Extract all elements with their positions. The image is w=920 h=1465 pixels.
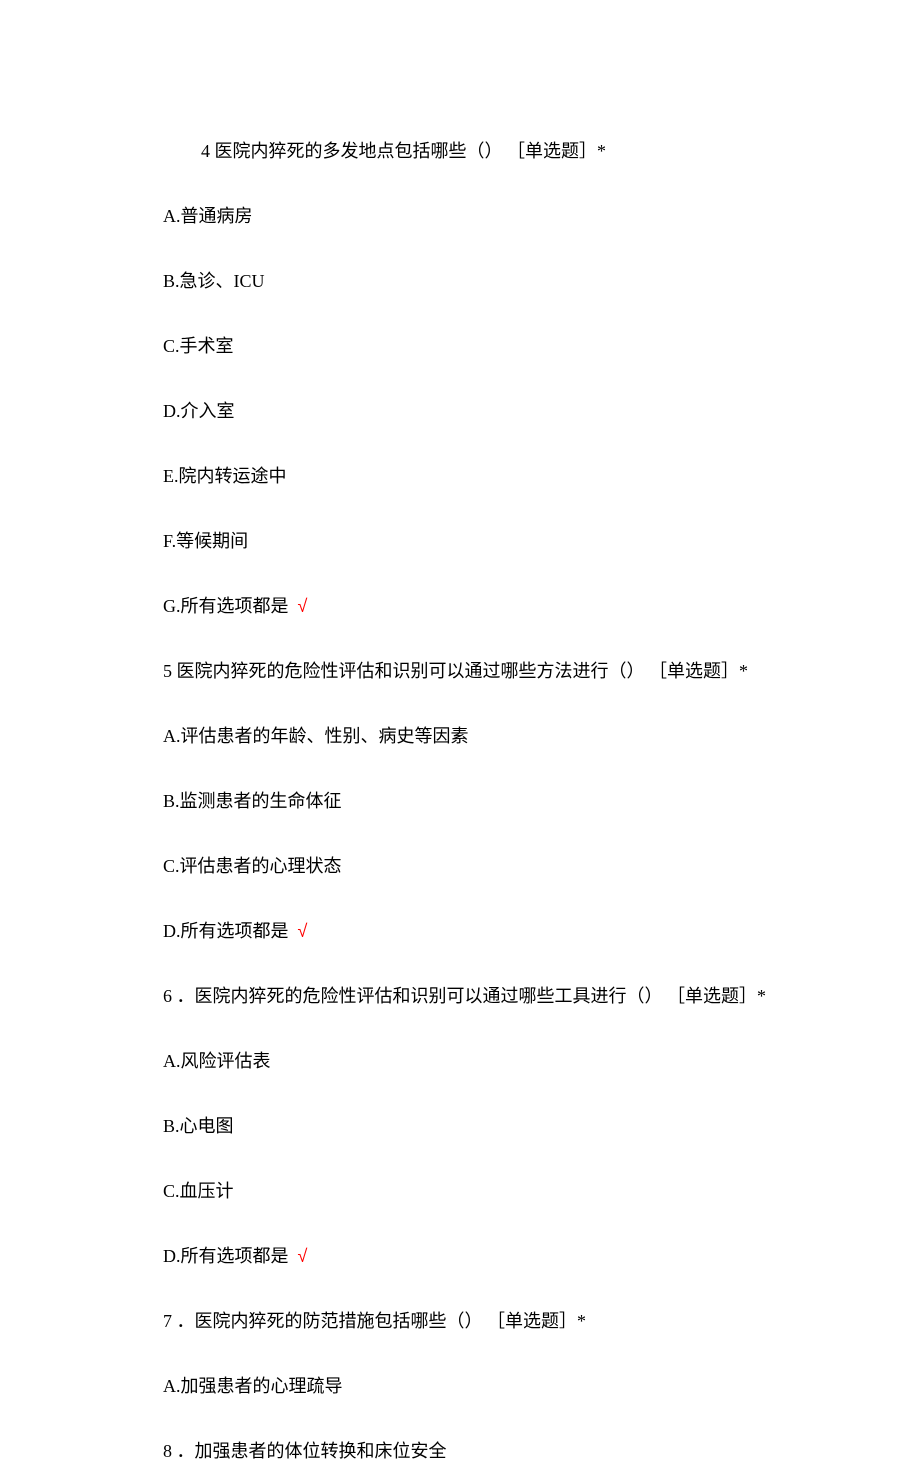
question-7: 7 ．医院内猝死的防范措施包括哪些（） ［单选题］* bbox=[163, 1308, 820, 1335]
q5-option-d: D.所有选项都是 √ bbox=[163, 918, 820, 945]
q4-option-b-text: B.急诊、ICU bbox=[163, 271, 265, 291]
q4-option-a-text: A.普通病房 bbox=[163, 206, 253, 226]
q6-option-a: A.风险评估表 bbox=[163, 1048, 820, 1075]
q4-option-c: C.手术室 bbox=[163, 333, 820, 360]
question-4: 4 医院内猝死的多发地点包括哪些（） ［单选题］* bbox=[163, 138, 820, 165]
q4-option-b: B.急诊、ICU bbox=[163, 268, 820, 295]
q5-option-a-text: A.评估患者的年龄、性别、病史等因素 bbox=[163, 726, 469, 746]
question-6-text: 6 ．医院内猝死的危险性评估和识别可以通过哪些工具进行（） ［单选题］* bbox=[163, 986, 766, 1006]
q5-option-c: C.评估患者的心理状态 bbox=[163, 853, 820, 880]
q4-option-e-text: E.院内转运途中 bbox=[163, 466, 287, 486]
q6-option-d: D.所有选项都是 √ bbox=[163, 1243, 820, 1270]
q6-option-c-text: C.血压计 bbox=[163, 1181, 234, 1201]
q6-option-a-text: A.风险评估表 bbox=[163, 1051, 271, 1071]
q4-option-c-text: C.手术室 bbox=[163, 336, 234, 356]
question-8: 8 ．加强患者的体位转换和床位安全 bbox=[163, 1438, 820, 1465]
q4-option-d: D.介入室 bbox=[163, 398, 820, 425]
question-8-text: 8 ．加强患者的体位转换和床位安全 bbox=[163, 1441, 447, 1461]
q5-option-b-text: B.监测患者的生命体征 bbox=[163, 791, 342, 811]
q4-option-a: A.普通病房 bbox=[163, 203, 820, 230]
q4-option-d-text: D.介入室 bbox=[163, 401, 235, 421]
q4-option-g-text: G.所有选项都是 bbox=[163, 596, 289, 616]
q6-option-b: B.心电图 bbox=[163, 1113, 820, 1140]
q6-option-b-text: B.心电图 bbox=[163, 1116, 234, 1136]
q4-option-f: F.等候期间 bbox=[163, 528, 820, 555]
check-icon: √ bbox=[293, 1246, 308, 1266]
q5-option-d-text: D.所有选项都是 bbox=[163, 921, 289, 941]
question-5-text: 5 医院内猝死的危险性评估和识别可以通过哪些方法进行（） ［单选题］* bbox=[163, 661, 748, 681]
q4-option-g: G.所有选项都是 √ bbox=[163, 593, 820, 620]
question-5: 5 医院内猝死的危险性评估和识别可以通过哪些方法进行（） ［单选题］* bbox=[163, 658, 820, 685]
q7-option-a-text: A.加强患者的心理疏导 bbox=[163, 1376, 343, 1396]
q5-option-b: B.监测患者的生命体征 bbox=[163, 788, 820, 815]
q5-option-c-text: C.评估患者的心理状态 bbox=[163, 856, 342, 876]
question-4-text: 4 医院内猝死的多发地点包括哪些（） ［单选题］* bbox=[201, 141, 606, 161]
q4-option-f-text: F.等候期间 bbox=[163, 531, 248, 551]
q6-option-d-text: D.所有选项都是 bbox=[163, 1246, 289, 1266]
question-7-text: 7 ．医院内猝死的防范措施包括哪些（） ［单选题］* bbox=[163, 1311, 586, 1331]
check-icon: √ bbox=[293, 596, 308, 616]
q4-option-e: E.院内转运途中 bbox=[163, 463, 820, 490]
q7-option-a: A.加强患者的心理疏导 bbox=[163, 1373, 820, 1400]
q5-option-a: A.评估患者的年龄、性别、病史等因素 bbox=[163, 723, 820, 750]
q6-option-c: C.血压计 bbox=[163, 1178, 820, 1205]
check-icon: √ bbox=[293, 921, 308, 941]
question-6: 6 ．医院内猝死的危险性评估和识别可以通过哪些工具进行（） ［单选题］* bbox=[163, 983, 820, 1010]
